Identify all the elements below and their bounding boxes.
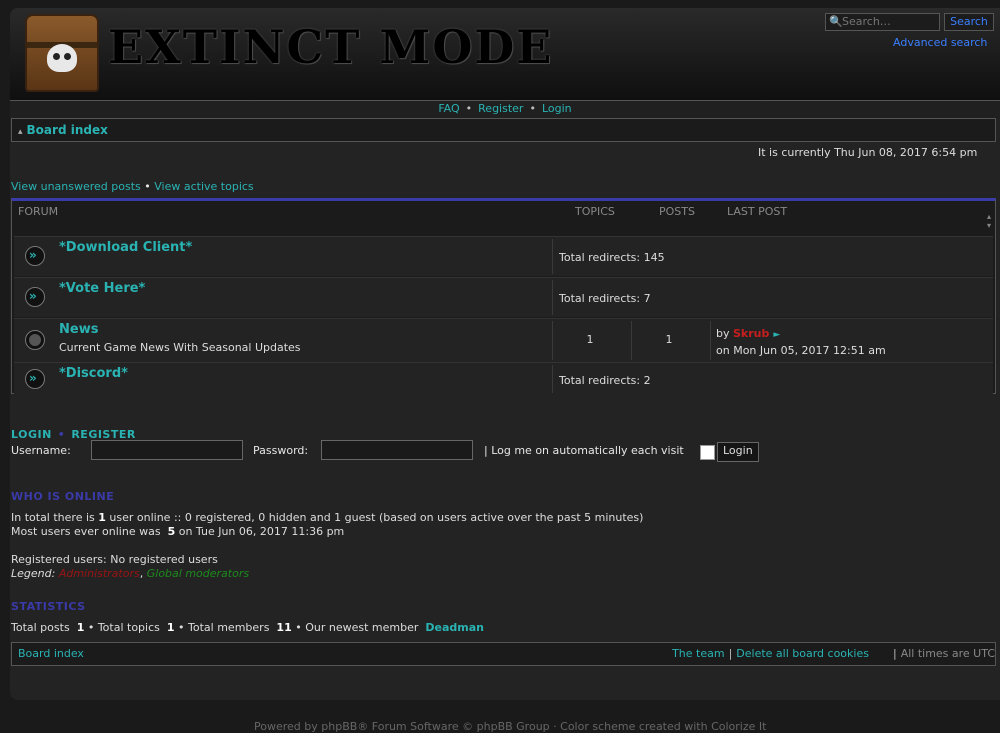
last-post-user[interactable]: Skrub xyxy=(733,327,769,340)
home-icon: ▴ xyxy=(18,127,23,137)
online-total: In total there is 1 user online :: 0 reg… xyxy=(11,511,644,524)
footer-bar: Board index The team | Delete all board co… xyxy=(11,642,996,666)
powered-by: Powered by phpBB® Forum Software © phpBB… xyxy=(254,720,767,733)
forum-table: FORUM TOPICS POSTS LAST POST ▴▾ *Downloa… xyxy=(11,198,996,395)
search-button[interactable]: Search xyxy=(944,13,994,31)
legend-global-moderators[interactable]: Global moderators xyxy=(147,567,249,580)
remember-label: | Log me on automatically each visit xyxy=(484,444,684,457)
col-posts: POSTS xyxy=(659,205,695,218)
forum-last-post: by Skrub ► on Mon Jun 05, 2017 12:51 am xyxy=(716,326,886,359)
login-link[interactable]: LOGIN xyxy=(11,428,52,441)
who-is-online-title: WHO IS ONLINE xyxy=(11,490,115,503)
delete-cookies-link[interactable]: Delete all board cookies xyxy=(736,647,869,660)
forum-row: *Discord* Total redirects: 2 xyxy=(14,362,993,395)
newest-member-link[interactable]: Deadman xyxy=(425,621,484,634)
forum-redirects: Total redirects: 2 xyxy=(559,374,651,387)
remember-checkbox[interactable] xyxy=(700,445,715,460)
registered-users: Registered users: No registered users xyxy=(11,553,218,566)
nav-faq[interactable]: FAQ xyxy=(438,102,459,115)
forum-posts-count: 1 xyxy=(665,333,673,346)
top-navbar: FAQ • Register • Login xyxy=(10,100,1000,119)
password-label: Password: xyxy=(253,444,309,457)
forum-redirect-icon xyxy=(25,246,45,266)
breadcrumb: ▴ Board index xyxy=(11,118,996,142)
forum-redirect-icon xyxy=(25,287,45,307)
nav-separator: • xyxy=(465,102,473,115)
view-latest-post-icon[interactable]: ► xyxy=(773,330,780,340)
search-icon: 🔍 xyxy=(829,15,843,28)
team-link[interactable]: The team xyxy=(672,647,725,660)
forum-title[interactable]: *Vote Here* xyxy=(59,281,145,296)
password-field[interactable] xyxy=(321,440,473,460)
forum-title[interactable]: *Download Client* xyxy=(59,240,192,255)
nav-login[interactable]: Login xyxy=(542,102,572,115)
view-active-link[interactable]: View active topics xyxy=(154,180,253,193)
forum-redirects: Total redirects: 145 xyxy=(559,251,665,264)
forum-row: News Current Game News With Seasonal Upd… xyxy=(14,318,993,362)
last-post-date: on Mon Jun 05, 2017 12:51 am xyxy=(716,344,886,357)
statistics-title: STATISTICS xyxy=(11,600,86,613)
forum-row: *Download Client* Total redirects: 145 xyxy=(14,236,993,276)
search-box[interactable]: 🔍 xyxy=(825,13,940,31)
timezone-note: All times are UTC xyxy=(900,647,995,660)
username-label: Username: xyxy=(11,444,71,457)
forum-row: *Vote Here* Total redirects: 7 xyxy=(14,277,993,317)
search-input[interactable] xyxy=(842,15,937,28)
forum-title[interactable]: News xyxy=(59,322,98,337)
current-time: It is currently Thu Jun 08, 2017 6:54 pm xyxy=(758,146,978,159)
legend-label: Legend: xyxy=(11,567,56,580)
forum-topics-count: 1 xyxy=(586,333,594,346)
quick-links: View unanswered posts • View active topi… xyxy=(11,180,254,193)
forum-read-icon xyxy=(25,330,45,350)
logo-chest-icon[interactable] xyxy=(25,14,99,92)
nav-register[interactable]: Register xyxy=(478,102,523,115)
footer-board-index[interactable]: Board index xyxy=(18,643,84,665)
forum-description: Current Game News With Seasonal Updates xyxy=(59,341,301,354)
statistics-line: Total posts 1 • Total topics 1 • Total m… xyxy=(11,621,484,634)
col-topics: TOPICS xyxy=(575,205,615,218)
last-post-by-label: by xyxy=(716,327,730,340)
view-unanswered-link[interactable]: View unanswered posts xyxy=(11,180,141,193)
quick-links-separator: • xyxy=(144,180,151,193)
forum-title[interactable]: *Discord* xyxy=(59,366,128,381)
online-record: Most users ever online was 5 on Tue Jun … xyxy=(11,525,345,538)
legend-administrators[interactable]: Administrators xyxy=(59,567,140,580)
collapse-icon[interactable]: ▴ ▾ xyxy=(987,212,991,230)
advanced-search-link[interactable]: Advanced search xyxy=(893,36,987,49)
breadcrumb-board-index[interactable]: Board index xyxy=(27,123,108,137)
forum-redirect-icon xyxy=(25,369,45,389)
skull-icon xyxy=(47,44,77,72)
nav-separator: • xyxy=(529,102,536,115)
col-forum: FORUM xyxy=(18,205,59,218)
forum-redirects: Total redirects: 7 xyxy=(559,292,651,305)
login-button[interactable]: Login xyxy=(717,442,759,462)
username-field[interactable] xyxy=(91,440,243,460)
header: EXTINCT MODE 🔍 Search Advanced search xyxy=(10,8,1000,100)
legend: Legend: Administrators, Global moderator… xyxy=(11,567,250,580)
forum-table-header: FORUM TOPICS POSTS LAST POST xyxy=(12,201,995,223)
col-last-post: LAST POST xyxy=(727,205,788,218)
site-logo-text[interactable]: EXTINCT MODE xyxy=(108,20,553,74)
